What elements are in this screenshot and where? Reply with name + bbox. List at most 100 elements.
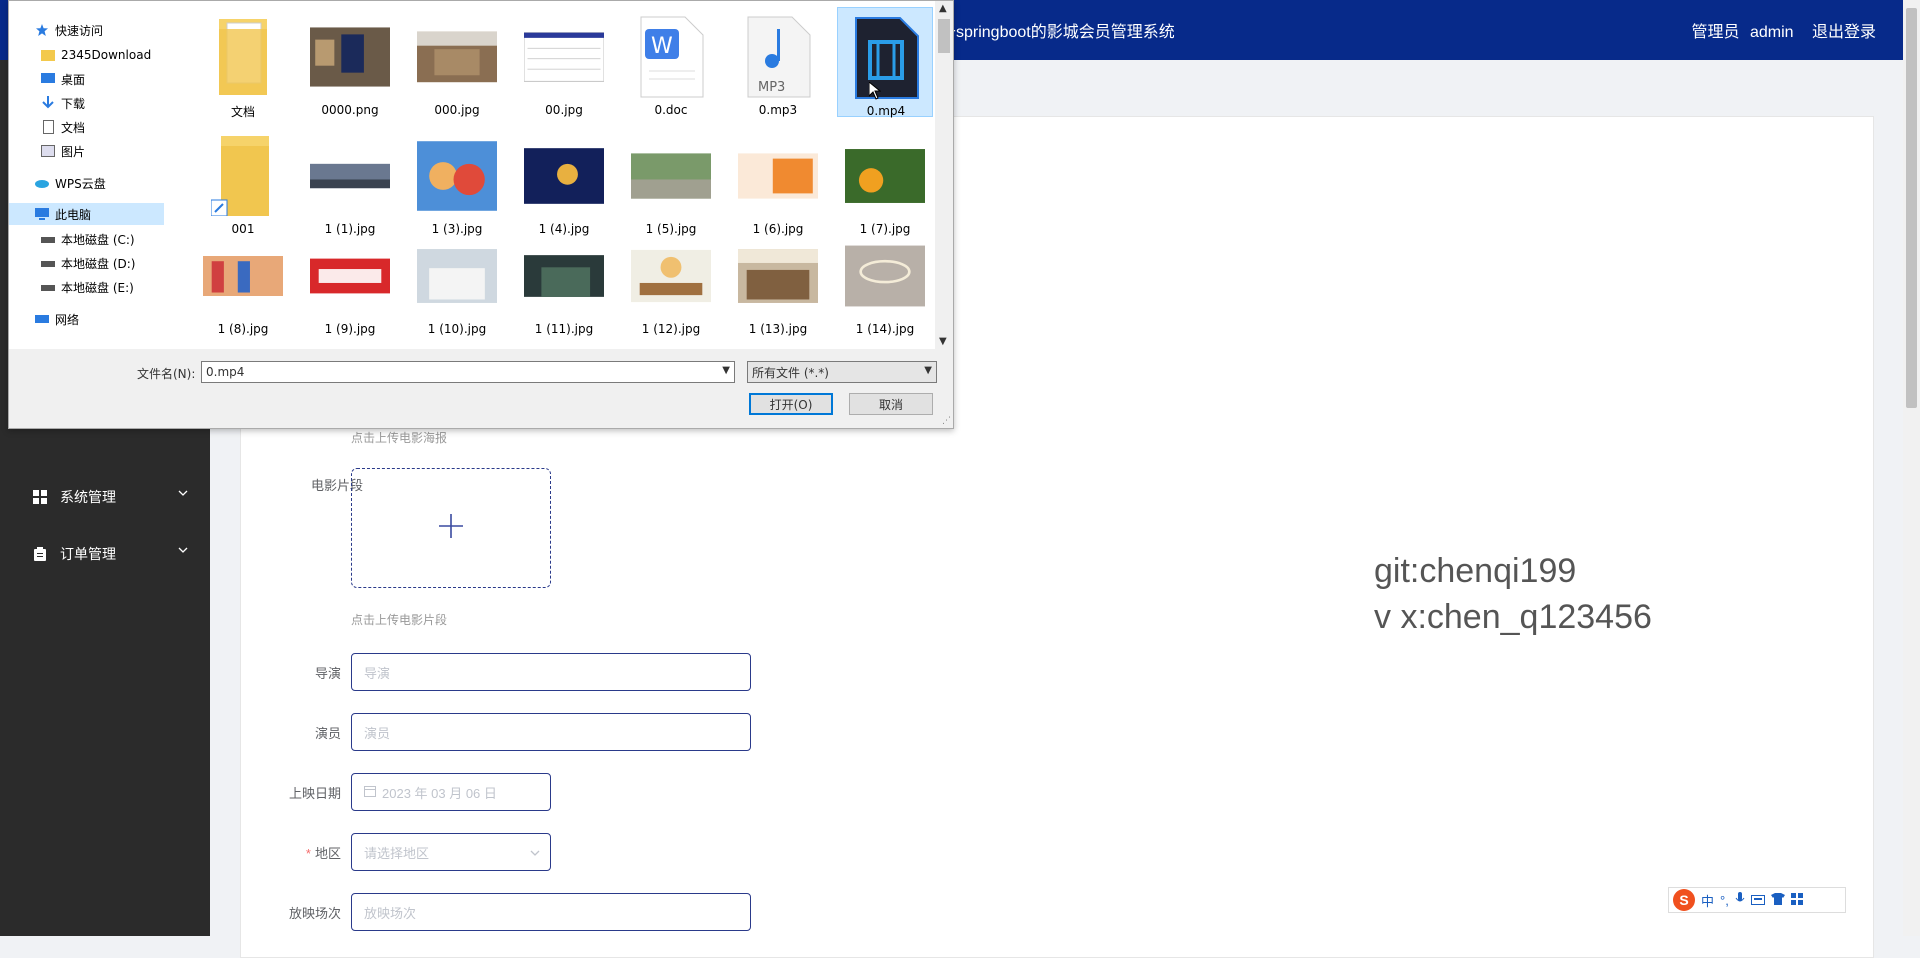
- filename-input[interactable]: 0.mp4 ▼: [201, 361, 735, 383]
- image-thumbnail: [310, 236, 390, 316]
- file-item[interactable]: 1 (5).jpg: [623, 126, 719, 236]
- clip-uploader[interactable]: [351, 468, 551, 588]
- actor-row: 演员 演员: [241, 713, 751, 751]
- file-item[interactable]: MP3 0.mp3: [730, 7, 826, 117]
- chevron-down-icon: [530, 846, 540, 861]
- network-icon: [35, 312, 49, 326]
- chevron-down-icon[interactable]: ▼: [939, 336, 947, 347]
- sidebar-item-system[interactable]: 系统管理: [0, 477, 210, 517]
- sidebar-item-label: 订单管理: [60, 546, 116, 562]
- download-icon: [41, 96, 55, 110]
- nav-label: 本地磁盘 (D:): [61, 256, 136, 271]
- document-icon: [41, 120, 55, 134]
- filename-label: 文件名(N):: [137, 367, 196, 381]
- computer-icon: [35, 207, 49, 221]
- nav-label: 文档: [61, 120, 86, 135]
- region-select[interactable]: 请选择地区: [351, 833, 551, 871]
- microphone-icon[interactable]: [1735, 891, 1745, 909]
- clip-hint: 点击上传电影片段: [351, 613, 448, 627]
- filetype-select[interactable]: 所有文件 (*.*) ▼: [747, 361, 937, 383]
- file-item[interactable]: 1 (3).jpg: [409, 126, 505, 236]
- file-item[interactable]: 1 (1).jpg: [302, 126, 398, 236]
- clipboard-icon: [32, 546, 48, 562]
- file-item[interactable]: 1 (8).jpg: [195, 226, 291, 336]
- punctuation-icon[interactable]: °,: [1720, 893, 1729, 908]
- director-input[interactable]: 导演: [351, 653, 751, 691]
- chevron-down-icon: ▼: [924, 365, 932, 376]
- page-scrollbar[interactable]: [1903, 0, 1920, 936]
- session-row: 放映场次 放映场次: [241, 893, 751, 931]
- nav-label: 2345Download: [61, 48, 152, 62]
- watermark-line2: v x:chen_q123456: [1374, 598, 1652, 636]
- image-thumbnail: [417, 236, 497, 316]
- image-thumbnail: [738, 136, 818, 216]
- folder-shortcut-icon: [203, 136, 283, 216]
- skin-icon[interactable]: [1770, 892, 1785, 908]
- chevron-up-icon[interactable]: ▲: [939, 3, 947, 14]
- dialog-file-grid: 文档 0000.png 000.jpg 00.jpg W 0.doc MP3 0…: [164, 1, 935, 349]
- image-thumbnail: [203, 236, 283, 316]
- nav-this-pc[interactable]: 此电脑: [9, 203, 190, 225]
- ime-language[interactable]: 中: [1701, 891, 1714, 910]
- file-item[interactable]: 1 (4).jpg: [516, 126, 612, 236]
- file-item[interactable]: 001: [195, 126, 291, 236]
- image-thumbnail: [417, 136, 497, 216]
- file-item[interactable]: 000.jpg: [409, 7, 505, 117]
- file-item[interactable]: W 0.doc: [623, 7, 719, 117]
- resize-grip-icon[interactable]: ⋰: [942, 416, 951, 426]
- mouse-cursor-icon: [868, 80, 882, 103]
- director-row: 导演 导演: [241, 653, 751, 691]
- nav-label: 网络: [55, 312, 80, 327]
- file-item[interactable]: 1 (11).jpg: [516, 226, 612, 336]
- nav-label: 下载: [61, 96, 86, 111]
- dialog-nav-pane: 快速访问 2345Download📌 桌面📌 下载📌 文档📌 图片📌 WPS云盘…: [9, 1, 190, 349]
- file-item-selected[interactable]: 0.mp4: [837, 7, 933, 118]
- sidebar-item-label: 系统管理: [60, 489, 116, 505]
- actor-input[interactable]: 演员: [351, 713, 751, 751]
- file-item[interactable]: 1 (9).jpg: [302, 226, 398, 336]
- file-item[interactable]: 1 (13).jpg: [730, 226, 826, 336]
- date-row: 上映日期 2023 年 03 月 06 日: [241, 773, 551, 811]
- date-label: 上映日期: [288, 785, 341, 801]
- file-item[interactable]: 1 (7).jpg: [837, 126, 933, 236]
- folder-icon: [203, 17, 283, 97]
- region-label-wrap: * 地区: [241, 843, 351, 862]
- drive-icon: [41, 256, 55, 270]
- audio-file-icon: MP3: [738, 16, 818, 98]
- folder-icon: [41, 48, 55, 62]
- scrollbar-thumb[interactable]: [938, 19, 950, 53]
- session-label: 放映场次: [288, 905, 341, 921]
- file-item[interactable]: 00.jpg: [516, 7, 612, 117]
- app-title: 于springboot的影城会员管理系统: [940, 24, 1175, 41]
- image-thumbnail: [524, 17, 604, 97]
- file-item[interactable]: 1 (6).jpg: [730, 126, 826, 236]
- file-item[interactable]: 0000.png: [302, 7, 398, 117]
- dialog-scrollbar[interactable]: ▲ ▼: [935, 1, 953, 349]
- image-thumbnail: [417, 17, 497, 97]
- nav-network[interactable]: 网络: [9, 308, 190, 330]
- file-item[interactable]: 1 (10).jpg: [409, 226, 505, 336]
- ime-toolbar[interactable]: S 中 °,: [1668, 887, 1846, 913]
- nav-quick-access[interactable]: 快速访问: [9, 19, 190, 41]
- chevron-down-icon[interactable]: ▼: [722, 365, 730, 376]
- cancel-button[interactable]: 取消: [849, 393, 933, 415]
- file-item[interactable]: 1 (12).jpg: [623, 226, 719, 336]
- user-area: 管理员 admin 退出登录: [1685, 18, 1876, 42]
- nav-label: 此电脑: [55, 207, 92, 222]
- nav-wps-cloud[interactable]: WPS云盘: [9, 172, 190, 194]
- file-item[interactable]: 1 (14).jpg: [837, 226, 933, 336]
- keyboard-icon[interactable]: [1750, 893, 1765, 908]
- watermark-line1: git:chenqi199: [1374, 552, 1577, 590]
- grid-menu-icon[interactable]: [1790, 892, 1803, 908]
- drive-icon: [41, 232, 55, 246]
- date-picker[interactable]: 2023 年 03 月 06 日: [351, 773, 551, 811]
- open-button[interactable]: 打开(O): [749, 393, 833, 415]
- scrollbar-thumb[interactable]: [1906, 8, 1917, 408]
- sogou-logo-icon[interactable]: S: [1673, 889, 1695, 911]
- image-thumbnail: [310, 17, 390, 97]
- filename-value: 0.mp4: [206, 365, 245, 379]
- sidebar-item-orders[interactable]: 订单管理: [0, 534, 210, 574]
- logout-link[interactable]: 退出登录: [1812, 24, 1876, 41]
- session-input[interactable]: 放映场次: [351, 893, 751, 931]
- file-item[interactable]: 文档: [195, 7, 291, 119]
